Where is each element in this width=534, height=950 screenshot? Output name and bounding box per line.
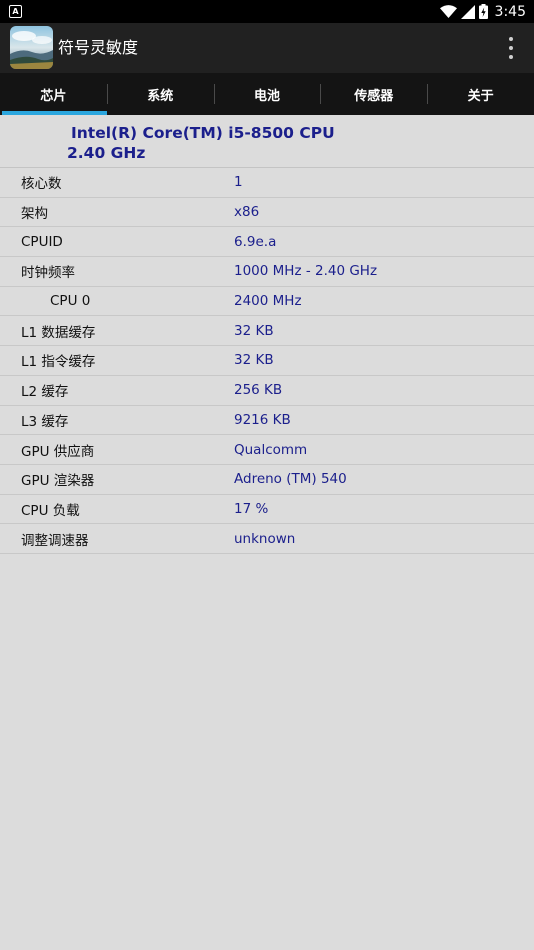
info-label: 时钟频率	[21, 265, 75, 282]
tab-sensors-label: 传感器	[354, 88, 394, 104]
info-label: CPUID	[21, 233, 63, 250]
info-label: CPU 0	[50, 293, 91, 310]
tab-about-label: 关于	[467, 88, 494, 104]
app-title: 符号灵敏度	[58, 38, 139, 57]
info-value: 9216 KB	[234, 411, 291, 428]
info-row-gpu-vendor: GPU 供应商 Qualcomm	[0, 435, 534, 465]
info-label: GPU 渲染器	[21, 473, 95, 490]
cpu-name-header: Intel(R) Core(TM) i5-8500 CPU 2.40 GHz	[0, 115, 534, 168]
wifi-icon	[439, 5, 457, 18]
info-row-architecture: 架构 x86	[0, 198, 534, 228]
tab-battery-label: 电池	[253, 88, 280, 104]
cpu-name-line2: 2.40 GHz	[67, 144, 146, 162]
battery-icon	[478, 4, 488, 19]
status-bar: A 3:45	[0, 0, 534, 23]
cpu-name-line1: Intel(R) Core(TM) i5-8500 CPU	[71, 124, 335, 142]
status-icons: 3:45	[439, 0, 526, 23]
info-label: L1 指令缓存	[21, 354, 96, 371]
info-value: 2400 MHz	[234, 293, 302, 310]
app-landscape-icon	[10, 26, 53, 69]
tab-bar: 芯片 系统 电池 传感器 关于	[0, 73, 534, 115]
info-row-l1-data-cache: L1 数据缓存 32 KB	[0, 316, 534, 347]
tab-battery[interactable]: 电池	[213, 73, 321, 115]
info-label: 核心数	[21, 176, 62, 193]
notification-icon-letter: A	[12, 6, 19, 16]
info-row-cpuid: CPUID 6.9e.a	[0, 227, 534, 258]
info-row-cpu0: CPU 0 2400 MHz	[0, 287, 534, 317]
info-row-l2-cache: L2 缓存 256 KB	[0, 376, 534, 406]
info-value: 1	[234, 174, 243, 191]
tab-system[interactable]: 系统	[106, 73, 214, 115]
tab-chip[interactable]: 芯片	[0, 73, 107, 115]
status-time: 3:45	[494, 3, 526, 20]
cpu-info-panel: Intel(R) Core(TM) i5-8500 CPU 2.40 GHz 核…	[0, 115, 534, 554]
tab-system-label: 系统	[147, 88, 174, 104]
app-bar: 符号灵敏度	[0, 23, 534, 73]
info-row-l3-cache: L3 缓存 9216 KB	[0, 406, 534, 436]
info-row-l1-instruction-cache: L1 指令缓存 32 KB	[0, 346, 534, 376]
tab-chip-label: 芯片	[40, 88, 67, 104]
info-value: 32 KB	[234, 352, 274, 369]
info-value: x86	[234, 204, 260, 221]
info-value: 32 KB	[234, 322, 274, 339]
info-label: CPU 负载	[21, 502, 80, 519]
info-row-clock-speed: 时钟频率 1000 MHz - 2.40 GHz	[0, 257, 534, 287]
info-value: 17 %	[234, 500, 269, 517]
info-label: L1 数据缓存	[21, 324, 96, 341]
info-value: 6.9e.a	[234, 233, 277, 250]
info-value: Qualcomm	[234, 441, 308, 458]
info-label: 架构	[21, 206, 48, 223]
info-value: Adreno (TM) 540	[234, 471, 347, 488]
notification-icon: A	[9, 5, 22, 18]
overflow-menu-icon[interactable]	[506, 37, 516, 59]
info-value: unknown	[234, 530, 296, 547]
info-label: GPU 供应商	[21, 443, 95, 460]
info-row-cpu-load: CPU 负载 17 %	[0, 495, 534, 525]
info-value: 1000 MHz - 2.40 GHz	[234, 263, 378, 280]
info-row-core-count: 核心数 1	[0, 168, 534, 198]
cell-signal-icon	[460, 4, 475, 19]
tab-about[interactable]: 关于	[427, 73, 534, 115]
info-value: 256 KB	[234, 382, 283, 399]
info-label: L3 缓存	[21, 413, 69, 430]
info-row-gpu-renderer: GPU 渲染器 Adreno (TM) 540	[0, 465, 534, 495]
info-label: 调整调速器	[21, 532, 89, 549]
info-label: L2 缓存	[21, 384, 69, 401]
info-row-governor: 调整调速器 unknown	[0, 524, 534, 554]
tab-sensors[interactable]: 传感器	[320, 73, 427, 115]
